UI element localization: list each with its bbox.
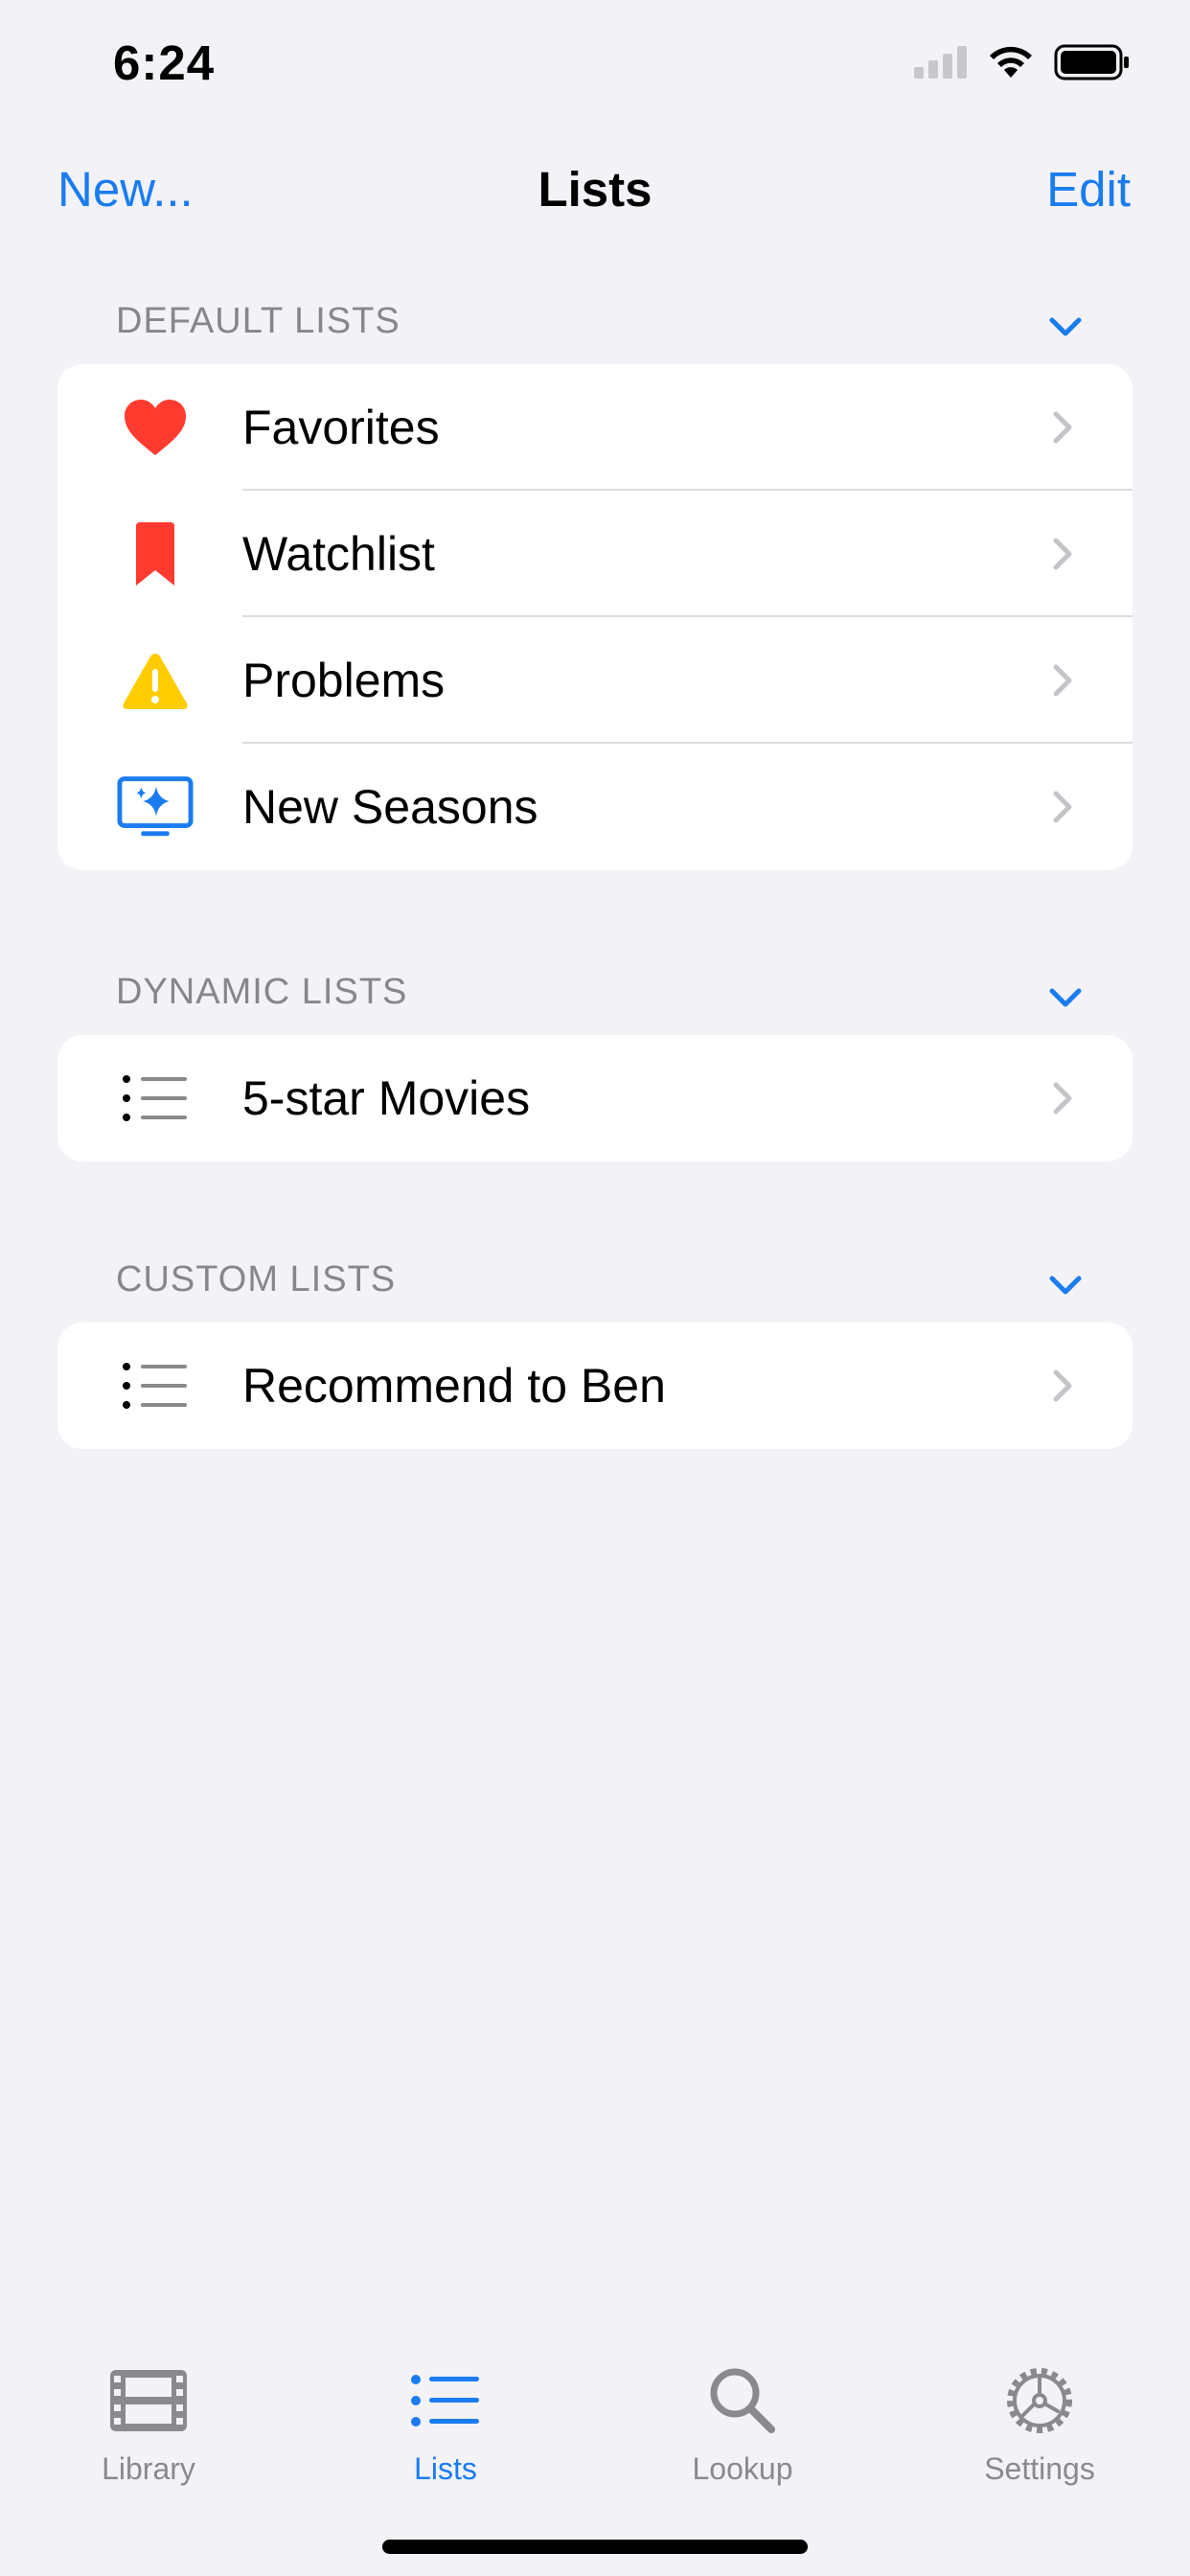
section-header[interactable]: CUSTOM LISTS <box>57 1246 1133 1322</box>
dynamic-lists-card: 5-star Movies <box>57 1035 1133 1162</box>
dynamic-lists-section: DYNAMIC LISTS 5-star Movies <box>57 958 1133 1162</box>
list-item-label: Recommend to Ben <box>242 1359 666 1413</box>
list-item-recommend-to-ben[interactable]: Recommend to Ben <box>57 1322 1133 1449</box>
list-item-watchlist[interactable]: Watchlist <box>57 491 1133 617</box>
list-icon <box>117 1035 194 1162</box>
tab-label: Lookup <box>692 2451 793 2486</box>
list-item-new-seasons[interactable]: New Seasons <box>57 744 1133 870</box>
chevron-right-icon <box>1053 791 1072 823</box>
film-icon <box>29 2358 268 2444</box>
tab-lists[interactable]: Lists <box>326 2358 565 2487</box>
home-indicator[interactable] <box>382 2540 808 2554</box>
tab-lookup[interactable]: Lookup <box>623 2358 862 2487</box>
tab-settings[interactable]: Settings <box>920 2358 1159 2487</box>
tv-sparkle-icon <box>117 744 194 870</box>
tab-library[interactable]: Library <box>29 2358 268 2487</box>
chevron-right-icon <box>1053 538 1072 570</box>
wifi-icon <box>990 46 1032 78</box>
chevron-right-icon <box>1053 1369 1072 1402</box>
default-lists-section: DEFAULT LISTS Favorites Watchlist Proble… <box>57 288 1133 870</box>
page-title: Lists <box>538 162 652 217</box>
bookmark-icon <box>117 491 194 617</box>
list-item-label: 5-star Movies <box>242 1071 531 1125</box>
list-item-5-star-movies[interactable]: 5-star Movies <box>57 1035 1133 1162</box>
status-time: 6:24 <box>113 35 216 90</box>
status-icons <box>914 44 1131 80</box>
section-title: DEFAULT LISTS <box>116 301 400 341</box>
list-item-label: Watchlist <box>242 527 435 581</box>
cellular-signal-icon <box>914 46 967 79</box>
list-item-problems[interactable]: Problems <box>57 617 1133 744</box>
warning-icon <box>117 617 194 744</box>
status-bar: 6:24 <box>0 0 1190 134</box>
gear-icon <box>920 2358 1159 2444</box>
custom-lists-card: Recommend to Ben <box>57 1322 1133 1449</box>
list-item-label: Favorites <box>242 401 440 454</box>
chevron-right-icon <box>1053 1082 1072 1115</box>
section-title: DYNAMIC LISTS <box>116 972 408 1012</box>
section-header[interactable]: DEFAULT LISTS <box>57 288 1133 364</box>
section-title: CUSTOM LISTS <box>116 1259 397 1300</box>
list-item-label: New Seasons <box>242 780 538 834</box>
tab-label: Library <box>102 2451 195 2486</box>
list-item-favorites[interactable]: Favorites <box>57 364 1133 491</box>
chevron-down-icon[interactable] <box>1046 309 1085 347</box>
heart-icon <box>117 364 194 491</box>
list-item-label: Problems <box>242 654 446 707</box>
tab-bar: Library Lists Lookup Settings <box>0 2319 1190 2576</box>
chevron-down-icon[interactable] <box>1046 1267 1085 1305</box>
battery-icon <box>1054 44 1129 80</box>
list-icon <box>326 2358 565 2444</box>
section-header[interactable]: DYNAMIC LISTS <box>57 958 1133 1035</box>
chevron-right-icon <box>1053 411 1072 444</box>
search-icon <box>623 2358 862 2444</box>
list-icon <box>117 1322 194 1449</box>
default-lists-card: Favorites Watchlist Problems New Seasons <box>57 364 1133 870</box>
chevron-right-icon <box>1053 664 1072 697</box>
tab-label: Lists <box>414 2451 477 2486</box>
tab-label: Settings <box>984 2451 1095 2486</box>
navigation-bar: New... Lists Edit <box>0 144 1190 240</box>
chevron-down-icon[interactable] <box>1046 979 1085 1018</box>
edit-button[interactable]: Edit <box>1046 161 1131 218</box>
custom-lists-section: CUSTOM LISTS Recommend to Ben <box>57 1246 1133 1449</box>
